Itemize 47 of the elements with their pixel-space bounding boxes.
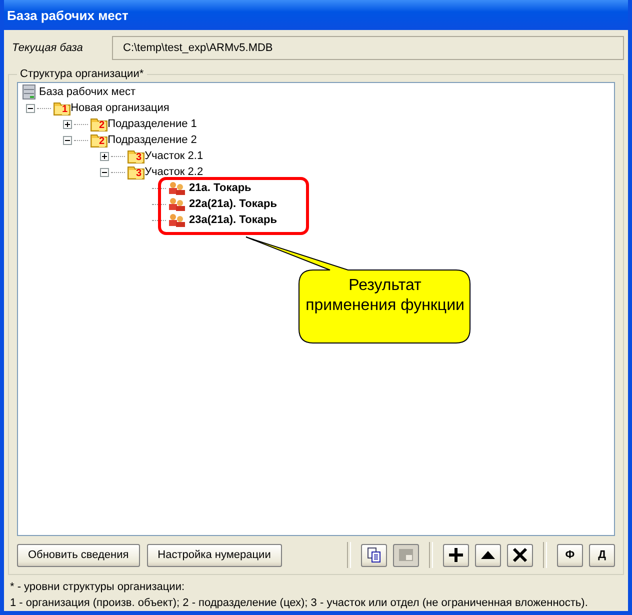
expand-toggle[interactable] <box>100 152 109 160</box>
delete-button[interactable] <box>507 544 533 566</box>
expand-toggle[interactable] <box>63 120 72 128</box>
window-title: База рабочих мест <box>7 8 128 22</box>
toolbar-button[interactable]: Настройка нумерации <box>146 544 282 566</box>
group-title: Структура организации* <box>19 68 145 80</box>
tree-item[interactable]: Подразделение 2 <box>104 134 200 146</box>
legend-note: * - уровни структуры организации: <box>10 580 185 595</box>
collapse-toggle[interactable] <box>100 168 109 176</box>
close-icon <box>512 547 528 563</box>
level-number: 3 <box>136 152 142 162</box>
workers-icon <box>168 213 186 227</box>
level-number: 1 <box>62 104 68 114</box>
add-button[interactable] <box>443 544 469 566</box>
plus-icon <box>102 154 107 158</box>
up-button[interactable] <box>475 544 501 566</box>
collapse-toggle[interactable] <box>63 136 72 144</box>
workers-icon <box>168 181 186 195</box>
tree-item[interactable]: База рабочих мест <box>36 86 138 98</box>
database-icon <box>22 84 36 100</box>
letter-button[interactable]: Д <box>589 544 615 566</box>
tree-item[interactable]: Новая организация <box>68 102 172 114</box>
tree-item[interactable]: 22а(21а). Токарь <box>186 198 280 210</box>
callout-text: Результат применения функции <box>304 276 466 316</box>
level-number: 2 <box>99 136 105 146</box>
plus-icon <box>65 122 70 126</box>
paste-icon <box>398 547 414 563</box>
plus-icon <box>448 547 464 563</box>
workers-icon <box>168 197 186 211</box>
tree-item[interactable]: 21а. Токарь <box>186 182 254 194</box>
tree-item[interactable]: Подразделение 1 <box>104 118 200 130</box>
tree-item[interactable]: Участок 2.2 <box>142 166 206 178</box>
field-label: Текущая база <box>11 42 84 54</box>
minus-icon <box>102 170 107 174</box>
database-path-field: C:\temp\test_exp\ARMv5.MDB <box>112 36 624 60</box>
toolbar-button[interactable]: Обновить сведения <box>17 544 140 566</box>
copy-icon <box>366 547 382 563</box>
legend-note: 1 - организация (произв. объект); 2 - подразделение (цех); 3 - участок или отдел (не ограниченная вложенность). <box>10 596 588 611</box>
minus-icon <box>65 138 70 142</box>
collapse-toggle[interactable] <box>26 104 35 112</box>
level-number: 3 <box>136 168 142 178</box>
level-number: 2 <box>99 120 105 130</box>
tree-item[interactable]: Участок 2.1 <box>142 150 206 162</box>
copy-button[interactable] <box>361 544 387 566</box>
tree-item[interactable]: 23а(21а). Токарь <box>186 214 280 226</box>
minus-icon <box>28 106 33 110</box>
letter-button[interactable]: Ф <box>557 544 583 566</box>
